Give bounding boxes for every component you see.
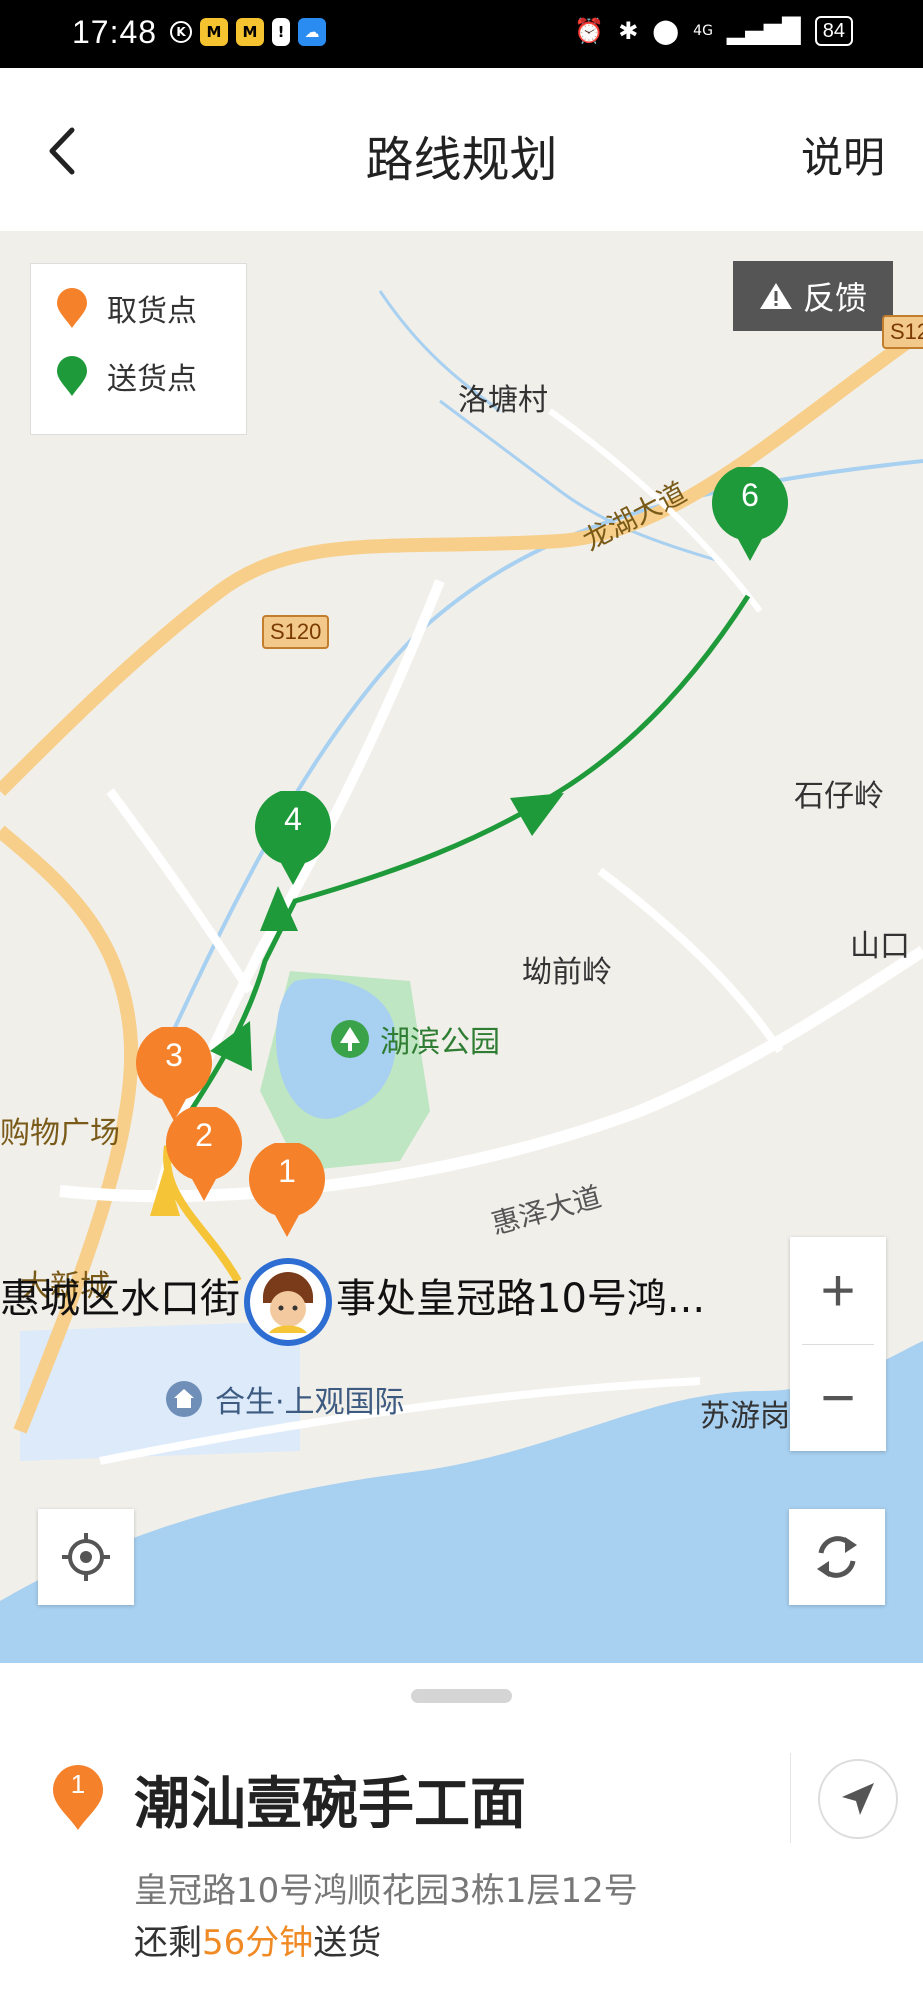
- place-label-mall: 购物广场: [0, 1116, 120, 1151]
- place-label-suyougang: 苏游岗: [700, 1399, 790, 1434]
- home-icon: [166, 1381, 202, 1417]
- east-road: [597, 867, 784, 1054]
- feedback-label: 反馈: [802, 279, 867, 317]
- header: 路线规划 说明: [0, 68, 923, 231]
- legend-pickup-label: 取货点: [107, 294, 197, 329]
- bluetooth-icon: ✱: [618, 17, 639, 45]
- marker-number: 2: [195, 1117, 213, 1153]
- place-label-aoqianling: 坳前岭: [522, 955, 612, 990]
- sim-alert-icon: !: [272, 18, 290, 46]
- pickup-pin-icon: [57, 288, 87, 328]
- marker-number: 6: [741, 477, 759, 513]
- delivery-time-remaining: 还剩56分钟送货: [134, 1915, 381, 1964]
- navigation-arrow-icon: [842, 1783, 874, 1815]
- locate-crosshair-icon: [62, 1533, 110, 1581]
- meituan-icon: M: [200, 18, 228, 46]
- route-map[interactable]: 取货点 送货点 反馈 洛塘村 石仔岭 坳前岭 山口 苏游岗 购物广场 大新城 湖…: [0, 231, 923, 1663]
- rider-avatar-icon: [250, 1264, 326, 1340]
- marker-number: 1: [278, 1153, 296, 1189]
- road-shield-s120: S120: [262, 615, 330, 649]
- status-time: 17:48: [72, 14, 158, 50]
- place-label-shankou: 山口: [850, 929, 910, 964]
- legend-pickup: 取货点: [55, 286, 197, 330]
- alarm-icon: ⏰: [574, 17, 605, 45]
- warning-icon: [759, 283, 792, 309]
- help-link[interactable]: 说明: [801, 124, 885, 185]
- system-icons: ⏰ ✱ ⬤ 4G ▂▄▆█ 84: [574, 16, 853, 46]
- notification-icons: K M M ! ☁: [170, 18, 326, 46]
- park-poi[interactable]: 湖滨公园: [330, 1017, 500, 1061]
- road-shield-s120-edge: S12: [882, 315, 923, 349]
- delivery-time: 56分钟: [202, 1923, 314, 1963]
- delivery-prefix: 还剩: [134, 1923, 202, 1963]
- battery-icon: 84: [814, 16, 853, 46]
- map-base-layer: [0, 290, 923, 1663]
- delivery-suffix: 送货: [313, 1923, 382, 1963]
- marker-number: 3: [165, 1037, 183, 1073]
- delivery-pin-icon: [57, 356, 87, 396]
- shop-address: 皇冠路10号鸿顺花园3栋1层12号: [134, 1871, 638, 1911]
- place-label-shizailing: 石仔岭: [794, 779, 884, 814]
- k-app-icon: K: [170, 21, 192, 43]
- locate-button[interactable]: [38, 1509, 134, 1605]
- order-detail-sheet: 1 潮汕壹碗手工面 皇冠路10号鸿顺花园3栋1层12号 还剩56分钟送货: [0, 1663, 923, 2000]
- address-overlay-left: 惠城区水口街: [0, 1276, 240, 1322]
- diagonal-road: [106, 788, 254, 994]
- status-bar: 17:48 K M M ! ☁ ⏰ ✱ ⬤ 4G ▂▄▆█ 84: [0, 0, 923, 68]
- address-overlay-right: 事处皇冠路10号鸿...: [336, 1276, 706, 1322]
- rider-avatar: [244, 1258, 332, 1346]
- zoom-in-button[interactable]: +: [790, 1237, 886, 1344]
- signal-icon: ▂▄▆█: [726, 17, 801, 45]
- refresh-icon: [817, 1536, 857, 1578]
- map-legend: 取货点 送货点: [30, 263, 247, 435]
- sheet-drag-handle[interactable]: [411, 1689, 512, 1703]
- shop-marker: 1: [50, 1763, 106, 1831]
- page-title: 路线规划: [365, 132, 558, 188]
- delivery-marker-4[interactable]: 4: [253, 788, 333, 887]
- legend-delivery: 送货点: [55, 354, 197, 398]
- refresh-button[interactable]: [789, 1509, 885, 1605]
- zoom-out-button[interactable]: −: [790, 1344, 886, 1451]
- delivery-marker-6[interactable]: 6: [710, 464, 790, 563]
- location-icon: ⬤: [652, 17, 680, 45]
- weather-icon: ☁: [298, 18, 326, 46]
- place-label-park: 湖滨公园: [380, 1025, 500, 1060]
- community-poi[interactable]: 合生·上观国际: [165, 1377, 405, 1421]
- marker-number: 4: [284, 801, 302, 837]
- pickup-marker-2[interactable]: 2: [164, 1104, 244, 1203]
- legend-delivery-label: 送货点: [107, 362, 197, 397]
- meituan-icon-2: M: [236, 18, 264, 46]
- current-address-overlay: 惠城区水口街 事处皇冠路10号鸿...: [0, 1266, 705, 1324]
- nav-divider: [790, 1753, 791, 1843]
- shop-name: 潮汕壹碗手工面: [134, 1772, 526, 1837]
- place-label-community: 合生·上观国际: [215, 1385, 405, 1420]
- navigate-button[interactable]: [818, 1759, 898, 1839]
- zoom-controls: + −: [790, 1237, 886, 1451]
- feedback-button[interactable]: 反馈: [733, 261, 893, 331]
- place-label-luotang: 洛塘村: [458, 383, 548, 418]
- pickup-marker-1[interactable]: 1: [247, 1140, 327, 1239]
- shop-marker-number: 1: [70, 1769, 86, 1799]
- tree-icon: [331, 1020, 369, 1058]
- network-label: 4G: [693, 23, 713, 39]
